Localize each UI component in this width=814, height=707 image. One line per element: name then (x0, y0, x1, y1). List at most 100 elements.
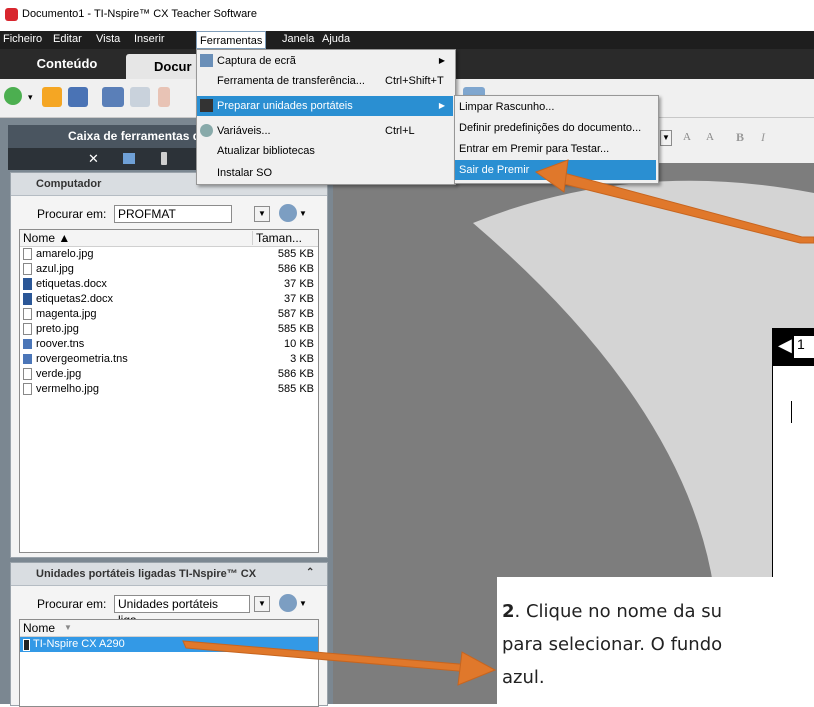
gear-icon[interactable] (279, 204, 297, 222)
open-folder-icon[interactable] (42, 87, 62, 107)
step-number: 2 (502, 601, 515, 622)
submenu-item-label: Definir predefinições do documento... (459, 122, 642, 134)
file-list-header: Nome ▲ Taman... (20, 230, 318, 247)
menu-janela[interactable]: Janela (282, 33, 314, 45)
devices-lookin-dropdown-button[interactable]: ▼ (254, 596, 270, 612)
page-tab[interactable]: 1 (794, 336, 814, 358)
font-increase-button[interactable]: A (683, 131, 691, 143)
menu-item-instalar-so[interactable]: Instalar SO (197, 163, 453, 183)
lookin-combo[interactable]: PROFMAT (114, 205, 232, 223)
menu-item-label: Instalar SO (217, 167, 273, 179)
file-size: 585 KB (277, 323, 314, 335)
new-document-icon[interactable] (4, 87, 22, 105)
menu-item-preparar-unidades-port-teis[interactable]: Preparar unidades portáteis ▶ (197, 96, 453, 116)
preparar-submenu: Limpar Rascunho... Definir predefinições … (454, 95, 659, 184)
file-row[interactable]: rovergeometria.tns 3 KB (20, 352, 318, 367)
menu-editar[interactable]: Editar (53, 33, 82, 45)
file-row[interactable]: azul.jpg 586 KB (20, 262, 318, 277)
app-logo-icon (5, 8, 18, 21)
menu-item-label: Ferramenta de transferência... (217, 75, 365, 87)
file-row[interactable]: verde.jpg 586 KB (20, 367, 318, 382)
device-row[interactable]: TI-Nspire CX A290 (20, 637, 318, 652)
file-row[interactable]: vermelho.jpg 585 KB (20, 382, 318, 397)
menu-item-label: Preparar unidades portáteis (217, 100, 353, 112)
file-name: azul.jpg (36, 263, 74, 275)
submenu-item-definir-predefini-es-do-documento[interactable]: Definir predefinições do documento... (455, 118, 656, 138)
font-dropdown-button[interactable]: ▼ (660, 130, 672, 146)
gear-dropdown-icon[interactable]: ▼ (299, 209, 307, 218)
undo-icon[interactable] (102, 87, 124, 107)
lookin-dropdown-button[interactable]: ▼ (254, 206, 270, 222)
handheld-device-icon (23, 639, 30, 651)
file-row[interactable]: amarelo.jpg 585 KB (20, 247, 318, 262)
instruction-line-2: para selecionar. O fundo (502, 634, 723, 655)
instruction-line-1-text: . Clique no nome da su (514, 601, 723, 622)
menu-ferramentas[interactable]: Ferramentas (196, 31, 267, 49)
bold-button[interactable]: B (736, 130, 744, 145)
devices-gear-dropdown-icon[interactable]: ▼ (299, 599, 307, 608)
file-name: magenta.jpg (36, 308, 97, 320)
tab-content[interactable]: Conteúdo (12, 49, 122, 79)
devices-lookin-combo[interactable]: Unidades portáteis liga... (114, 595, 250, 627)
submenu-item-entrar-em-premir-para-testar[interactable]: Entrar em Premir para Testar... (455, 139, 656, 159)
file-name: preto.jpg (36, 323, 79, 335)
file-size: 585 KB (277, 248, 314, 260)
menu-item-vari-veis[interactable]: Variáveis... Ctrl+L (197, 121, 453, 141)
handheld-small-icon[interactable] (161, 152, 167, 165)
tools-icon[interactable]: ✕ (88, 151, 99, 167)
file-size: 10 KB (284, 338, 314, 350)
redo-icon[interactable] (130, 87, 150, 107)
document-page[interactable] (772, 328, 814, 582)
file-row[interactable]: etiquetas.docx 37 KB (20, 277, 318, 292)
file-size: 586 KB (277, 263, 314, 275)
submenu-arrow-icon: ▶ (438, 101, 445, 110)
menu-item-captura-de-ecr[interactable]: Captura de ecrã ▶ (197, 51, 453, 71)
menu-item-ferramenta-de-transfer-ncia[interactable]: Ferramenta de transferência... Ctrl+Shift… (197, 71, 453, 91)
file-row[interactable]: preto.jpg 585 KB (20, 322, 318, 337)
content-explorer-icon[interactable] (123, 153, 135, 164)
devices-gear-icon[interactable] (279, 594, 297, 612)
menu-inserir[interactable]: Inserir (134, 33, 165, 45)
menu-item-label: Atualizar bibliotecas (217, 145, 315, 157)
submenu-item-limpar-rascunho[interactable]: Limpar Rascunho... (455, 97, 656, 117)
file-size: 587 KB (277, 308, 314, 320)
column-name[interactable]: Nome ▲ (23, 231, 70, 245)
file-list: Nome ▲ Taman... amarelo.jpg 585 KB azul.jp… (19, 229, 319, 553)
devices-column-name[interactable]: Nome (23, 621, 55, 635)
italic-button[interactable]: I (761, 130, 765, 145)
dropdown-arrow-icon[interactable]: ▾ (28, 87, 36, 107)
submenu-item-label: Limpar Rascunho... (459, 101, 555, 113)
toolbox-title: Caixa de ferramentas d (68, 129, 201, 143)
file-name: rovergeometria.tns (36, 353, 128, 365)
file-row[interactable]: magenta.jpg 587 KB (20, 307, 318, 322)
devices-lookin-label: Procurar em: (37, 597, 107, 611)
previous-page-icon[interactable]: ◀ (778, 335, 792, 356)
file-size: 37 KB (284, 293, 314, 305)
text-cursor (791, 401, 792, 423)
menu-vista[interactable]: Vista (96, 33, 120, 45)
collapse-icon[interactable]: ⌃ (306, 567, 314, 578)
file-row[interactable]: etiquetas2.docx 37 KB (20, 292, 318, 307)
computer-panel: Computador Procurar em: PROFMAT ▼ ▼ Nome… (10, 172, 328, 558)
word-file-icon (23, 293, 32, 305)
submenu-arrow-icon: ▶ (438, 56, 445, 65)
submenu-item-sair-de-premir[interactable]: Sair de Premir (455, 160, 656, 180)
save-icon[interactable] (68, 87, 88, 107)
menu-ajuda[interactable]: Ajuda (322, 33, 350, 45)
file-name: amarelo.jpg (36, 248, 94, 260)
file-row[interactable]: roover.tns 10 KB (20, 337, 318, 352)
window-title: Documento1 - TI-Nspire™ CX Teacher Softw… (22, 8, 257, 20)
image-file-icon (23, 368, 32, 380)
menu-ficheiro[interactable]: Ficheiro (3, 33, 42, 45)
devices-list: Nome ▼ TI-Nspire CX A290 (19, 619, 319, 707)
devices-panel-header: Unidades portáteis ligadas TI-Nspire™ CX… (11, 563, 327, 586)
font-decrease-button[interactable]: A (706, 131, 714, 143)
image-file-icon (23, 383, 32, 395)
cut-icon[interactable] (158, 87, 170, 107)
menu-item-atualizar-bibliotecas[interactable]: Atualizar bibliotecas (197, 141, 453, 161)
submenu-item-label: Entrar em Premir para Testar... (459, 143, 610, 155)
column-size[interactable]: Taman... (252, 231, 318, 245)
screen-capture-icon (200, 54, 213, 67)
computer-panel-title: Computador (36, 178, 102, 190)
ferramentas-menu: Captura de ecrã ▶ Ferramenta de transferên… (196, 49, 456, 185)
